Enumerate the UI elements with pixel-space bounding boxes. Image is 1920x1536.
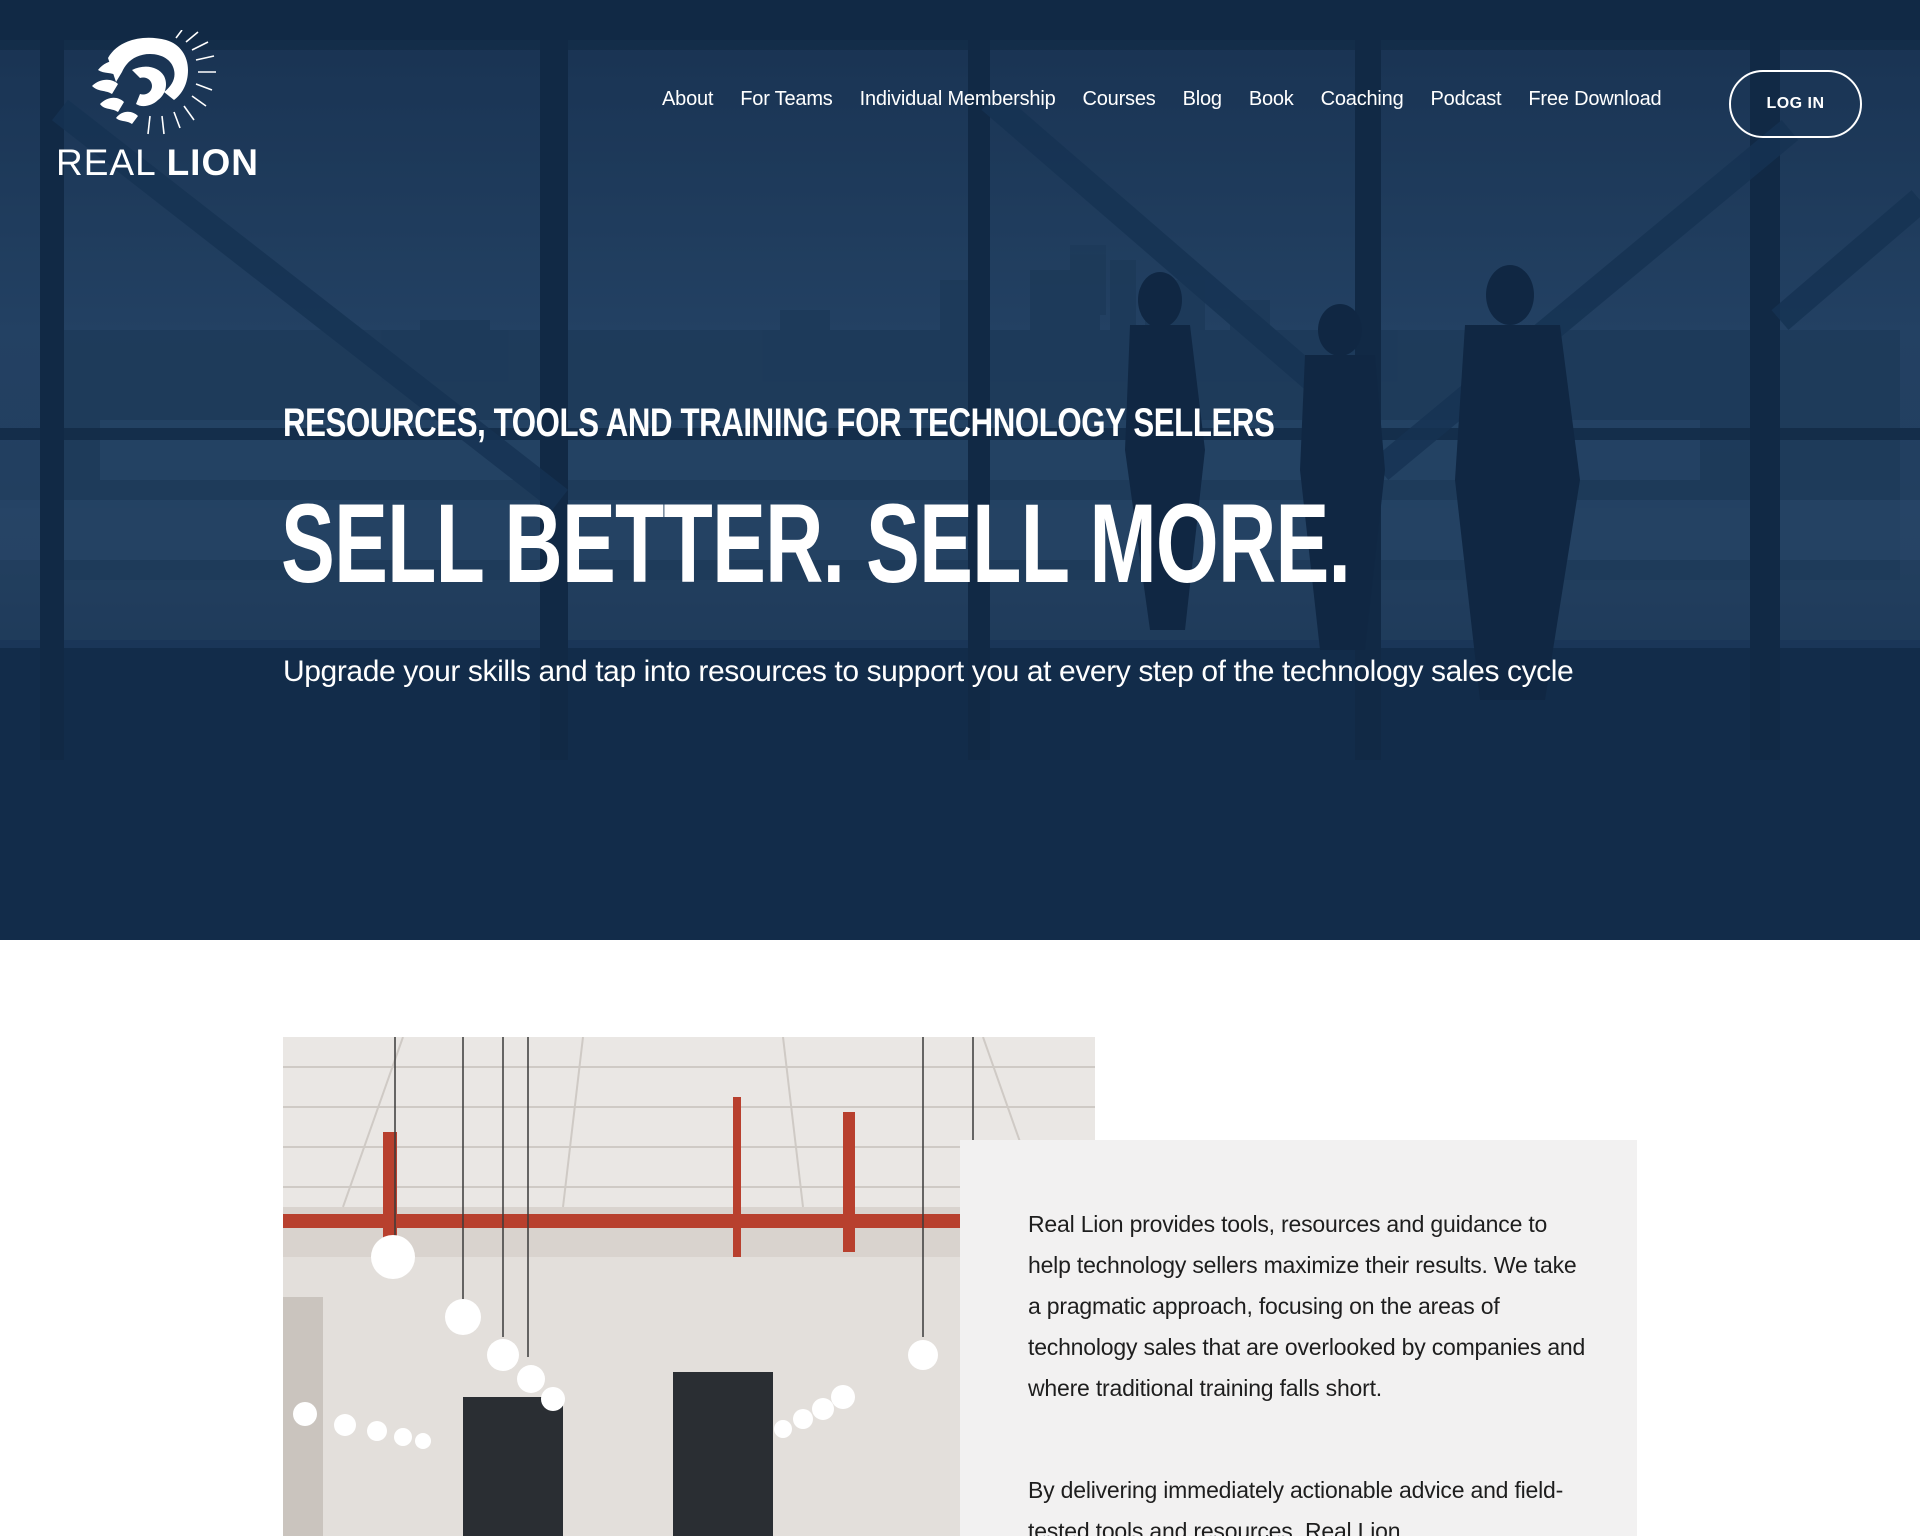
nav-individual-membership[interactable]: Individual Membership [860,88,1056,111]
about-card: Real Lion provides tools, resources and … [960,1140,1637,1536]
nav-for-teams[interactable]: For Teams [740,88,833,111]
hero-headline: SELL BETTER. SELL MORE. [281,481,1351,606]
login-button[interactable]: LOG IN [1729,70,1862,138]
hero-eyebrow: RESOURCES, TOOLS AND TRAINING FOR TECHNO… [283,401,1275,445]
lion-head-icon [92,30,216,135]
hero-background-image [0,0,1920,940]
nav-coaching[interactable]: Coaching [1321,88,1404,111]
logo-word-real: REAL [56,142,156,183]
nav-courses[interactable]: Courses [1083,88,1156,111]
nav-podcast[interactable]: Podcast [1431,88,1502,111]
about-paragraph-2: By delivering immediately actionable adv… [1028,1477,1564,1536]
hero-section: REAL LION About For Teams Individual Mem… [0,0,1920,940]
nav-about[interactable]: About [662,88,713,111]
logo-word-lion: LION [166,142,259,183]
real-lion-logo[interactable]: REAL LION [54,30,258,190]
logo-wordmark: REAL LION [56,142,259,184]
nav-free-download[interactable]: Free Download [1528,88,1661,111]
hero-subhead: Upgrade your skills and tap into resourc… [283,655,1574,688]
main-nav: About For Teams Individual Membership Co… [662,88,1662,111]
nav-book[interactable]: Book [1249,88,1294,111]
nav-blog[interactable]: Blog [1183,88,1222,111]
about-paragraph-1: Real Lion provides tools, resources and … [1028,1211,1586,1401]
